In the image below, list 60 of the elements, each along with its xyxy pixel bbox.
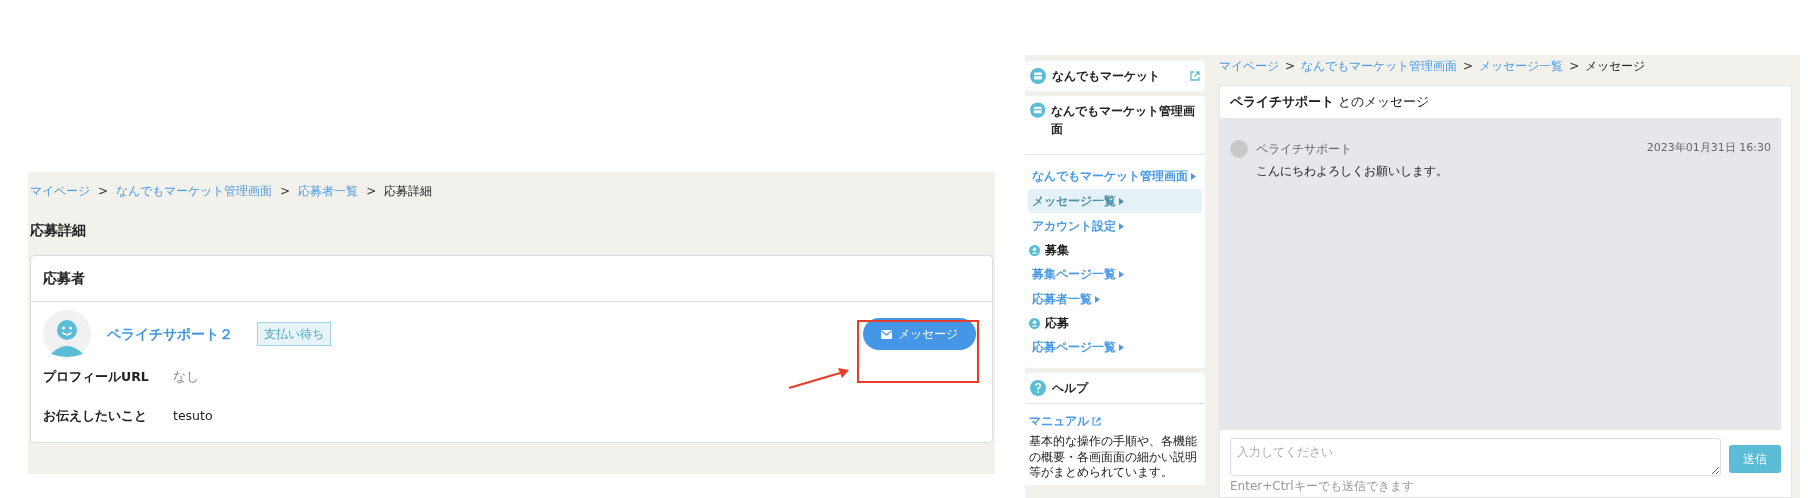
breadcrumb-separator: > xyxy=(1285,58,1296,75)
message-input[interactable]: 入力してください xyxy=(1230,438,1721,476)
caret-icon xyxy=(1095,295,1100,303)
message-time: 2023年01月31日 16:30 xyxy=(1646,139,1771,156)
field-value: なし xyxy=(173,368,199,386)
breadcrumb-separator: > xyxy=(280,183,291,200)
breadcrumb-current: メッセージ xyxy=(1585,58,1646,75)
sidebar-link[interactable]: 応募ページ一覧 xyxy=(1028,335,1202,359)
external-link-icon xyxy=(1092,416,1101,426)
sidebar-link[interactable]: 募集ページ一覧 xyxy=(1028,262,1202,286)
sidebar-link[interactable]: なんでもマーケット管理画面 xyxy=(1028,164,1202,188)
help-description: 基本的な操作の手順や、各機能の概要・各画面面の細かい説明等がまとめられています。 xyxy=(1028,434,1198,482)
sender-name: ペライチサポート xyxy=(1256,140,1352,158)
avatar-icon xyxy=(1230,139,1248,158)
breadcrumb-link[interactable]: マイページ xyxy=(1219,57,1279,75)
breadcrumb-separator: > xyxy=(1569,58,1580,75)
sidebar-link[interactable]: メッセージ一覧 xyxy=(1028,189,1202,213)
breadcrumb-link[interactable]: なんでもマーケット管理画面 xyxy=(116,182,273,200)
status-badge: 支払い待ち xyxy=(257,322,331,346)
caret-icon xyxy=(1191,172,1196,180)
breadcrumb-separator: > xyxy=(1463,58,1474,75)
question-icon xyxy=(1030,380,1046,396)
sidebar-link[interactable]: 応募者一覧 xyxy=(1028,287,1202,311)
field-label: プロフィールURL xyxy=(43,368,150,386)
external-link-icon xyxy=(1190,71,1200,81)
avatar-icon xyxy=(43,310,91,358)
person-icon xyxy=(1029,317,1040,329)
message-button[interactable]: メッセージ xyxy=(863,318,976,350)
breadcrumb-separator: > xyxy=(366,183,377,200)
section-heading: 応募 xyxy=(1045,315,1069,332)
field-label: お伝えしたいこと xyxy=(43,406,148,425)
store-icon xyxy=(1030,102,1046,118)
chat-title: ペライチサポート とのメッセージ xyxy=(1230,94,1430,109)
page-title: 応募詳細 xyxy=(30,221,87,240)
breadcrumb-separator: > xyxy=(98,183,109,200)
breadcrumb-link[interactable]: メッセージ一覧 xyxy=(1479,57,1564,75)
breadcrumb-link[interactable]: 応募者一覧 xyxy=(298,182,359,200)
caret-icon xyxy=(1119,222,1124,230)
manual-link[interactable]: マニュアル xyxy=(1025,404,1205,434)
annotation-arrow xyxy=(788,368,850,390)
envelope-icon xyxy=(881,329,892,339)
breadcrumb-link[interactable]: マイページ xyxy=(30,182,90,200)
caret-icon xyxy=(1119,197,1124,205)
person-icon xyxy=(1029,244,1040,256)
caret-icon xyxy=(1119,270,1124,278)
help-heading: ヘルプ xyxy=(1052,380,1088,397)
site-name: なんでもマーケット xyxy=(1052,68,1160,85)
applicant-name-link[interactable]: ペライチサポート２ xyxy=(107,323,233,345)
store-icon xyxy=(1030,68,1046,84)
field-value: tesuto xyxy=(173,406,213,425)
send-button[interactable]: 送信 xyxy=(1729,445,1781,473)
section-heading: 募集 xyxy=(1045,242,1069,259)
breadcrumb-link[interactable]: なんでもマーケット管理画面 xyxy=(1301,57,1458,75)
message-text: こんにちわよろしくお願いします。 xyxy=(1256,162,1449,180)
menu-heading: なんでもマーケット管理画面 xyxy=(1051,103,1197,138)
breadcrumb-current: 応募詳細 xyxy=(384,183,433,200)
input-hint: Enter+Ctrlキーでも送信できます xyxy=(1230,478,1415,495)
card-title: 応募者 xyxy=(31,256,992,302)
caret-icon xyxy=(1119,343,1124,351)
sidebar-link[interactable]: アカウント設定 xyxy=(1028,214,1202,238)
